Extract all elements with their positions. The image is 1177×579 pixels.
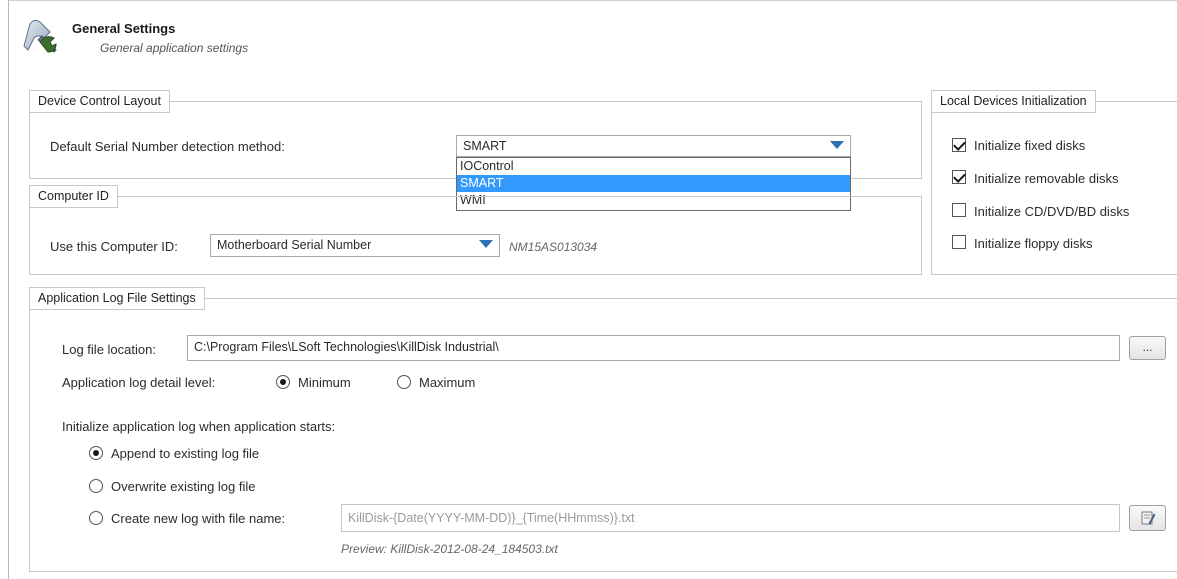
detail-maximum-radio[interactable] (397, 375, 411, 389)
local-devices-legend: Local Devices Initialization (931, 90, 1096, 113)
removable-disks-checkbox[interactable] (952, 170, 966, 184)
fixed-disks-label: Initialize fixed disks (974, 138, 1086, 153)
log-settings-legend: Application Log File Settings (29, 287, 205, 310)
dropdown-option-iocontrol[interactable]: IOControl (457, 158, 850, 175)
computer-id-legend: Computer ID (29, 185, 118, 208)
init-log-label: Initialize application log when applicat… (62, 419, 336, 434)
removable-disks-label: Initialize removable disks (974, 171, 1119, 186)
new-log-radio[interactable] (89, 511, 103, 525)
computer-id-combo[interactable]: Motherboard Serial Number (210, 234, 500, 257)
floppy-disks-checkbox[interactable] (952, 235, 966, 249)
device-control-legend: Device Control Layout (29, 90, 170, 113)
cd-dvd-bd-label: Initialize CD/DVD/BD disks (974, 204, 1130, 219)
new-log-label: Create new log with file name: (111, 511, 286, 526)
detail-maximum-label: Maximum (419, 375, 476, 390)
page-title: General Settings (72, 21, 176, 36)
log-detail-label: Application log detail level: (62, 375, 216, 390)
floppy-disks-label: Initialize floppy disks (974, 236, 1093, 251)
computer-id-label: Use this Computer ID: (50, 239, 178, 254)
detail-minimum-radio[interactable] (276, 375, 290, 389)
log-location-label: Log file location: (62, 342, 156, 357)
log-filename-input[interactable]: KillDisk-{Date(YYYY-MM-DD)}_{Time(HHmmss… (341, 504, 1120, 532)
cd-dvd-bd-checkbox[interactable] (952, 203, 966, 217)
serial-detection-combo[interactable]: SMART (456, 135, 851, 157)
dropdown-option-smart[interactable]: SMART (457, 175, 850, 192)
overwrite-log-radio[interactable] (89, 479, 103, 493)
computer-id-readout: NM15AS013034 (509, 240, 598, 254)
append-log-radio[interactable] (89, 446, 103, 460)
chevron-down-icon[interactable] (479, 240, 493, 248)
append-log-label: Append to existing log file (111, 446, 260, 461)
serial-detection-value: SMART (463, 139, 507, 153)
fixed-disks-checkbox[interactable] (952, 138, 966, 152)
log-filename-preview: Preview: KillDisk-2012-08-24_184503.txt (341, 542, 558, 556)
log-location-input[interactable]: C:\Program Files\LSoft Technologies\Kill… (187, 335, 1120, 361)
edit-pattern-button[interactable] (1129, 505, 1166, 531)
top-border (8, 0, 1177, 1)
chevron-down-icon[interactable] (830, 141, 844, 149)
settings-wrench-icon (20, 16, 60, 56)
left-border (8, 0, 9, 579)
browse-button[interactable]: ... (1129, 336, 1166, 360)
page-subtitle: General application settings (100, 41, 249, 55)
edit-pattern-icon (1140, 510, 1156, 529)
computer-id-value: Motherboard Serial Number (217, 238, 372, 252)
overwrite-log-label: Overwrite existing log file (111, 479, 256, 494)
detail-minimum-label: Minimum (298, 375, 351, 390)
serial-detection-label: Default Serial Number detection method: (50, 139, 285, 154)
